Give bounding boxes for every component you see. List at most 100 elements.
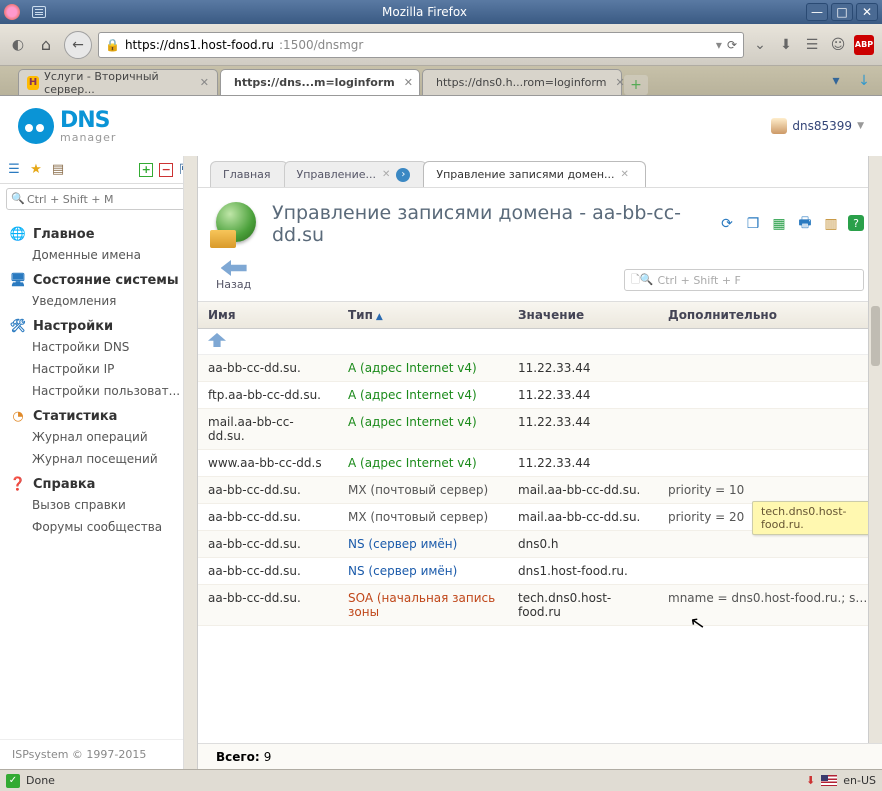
close-window-button[interactable]: ✕ [856, 3, 878, 21]
breadcrumb-close-icon[interactable]: ✕ [621, 169, 629, 180]
sidebar-item[interactable]: Настройки пользоват... [0, 380, 197, 402]
dropdown-icon[interactable]: ▾ [716, 38, 722, 52]
sidebar-item[interactable]: Уведомления [0, 290, 197, 312]
sidebar-search-input[interactable] [6, 188, 191, 210]
chevron-down-icon: ▼ [857, 121, 864, 131]
cell-name: ftp.aa-bb-cc-dd.su. [198, 382, 338, 408]
search-icon: 🔍 [11, 192, 25, 205]
browser-tab[interactable]: H Услуги - Вторичный сервер... ✕ [18, 69, 218, 95]
table-row[interactable]: aa-bb-cc-dd.su.NS (сервер имён)dns1.host… [198, 558, 882, 585]
security-shield-icon[interactable]: ✓ [6, 774, 20, 788]
copy-icon[interactable]: ❐ [744, 215, 762, 233]
cell-value: dns1.host-food.ru. [508, 558, 658, 584]
minimize-button[interactable]: — [806, 3, 828, 21]
col-name[interactable]: Имя [198, 302, 338, 328]
table-row[interactable]: ftp.aa-bb-cc-dd.su.A (адрес Internet v4)… [198, 382, 882, 409]
sidebar-item[interactable]: Настройки DNS [0, 336, 197, 358]
list-icon[interactable]: ☰ [6, 162, 22, 178]
col-value[interactable]: Значение [508, 302, 658, 328]
breadcrumb[interactable]: Главная [210, 161, 288, 187]
back-label: Назад [216, 278, 251, 291]
table-row[interactable]: aa-bb-cc-dd.su.SOA (начальная запись зон… [198, 585, 882, 626]
print-icon[interactable]: 🖶 [796, 215, 814, 233]
cell-type: A (адрес Internet v4) [338, 409, 508, 449]
table-row[interactable]: aa-bb-cc-dd.su.NS (сервер имён)dns0.h [198, 531, 882, 558]
breadcrumb-close-icon[interactable]: ✕ [382, 169, 390, 180]
table-row[interactable]: aa-bb-cc-dd.su.A (адрес Internet v4)11.2… [198, 355, 882, 382]
app-menu-icon[interactable] [32, 6, 46, 18]
sidebar-item[interactable]: Доменные имена [0, 244, 197, 266]
tab-close-icon[interactable]: ✕ [404, 76, 413, 89]
sidebar-group[interactable]: ❓Справка [0, 470, 197, 494]
star-icon[interactable]: ★ [28, 162, 44, 178]
avatar-icon [771, 118, 787, 134]
cell-name: www.aa-bb-cc-dd.s [198, 450, 338, 476]
url-bar[interactable]: 🔒 https://dns1.host-food.ru:1500/dnsmgr … [98, 32, 744, 58]
breadcrumb-next-icon[interactable]: › [396, 168, 410, 182]
sidebar-item[interactable]: Журнал посещений [0, 448, 197, 470]
sidebar-group[interactable]: ◔ Статистика [0, 402, 197, 426]
new-tab-button[interactable]: + [624, 75, 648, 95]
downloads-icon[interactable]: ⬇ [776, 35, 796, 55]
reload-icon[interactable]: ⟳ [727, 38, 737, 52]
home-button[interactable]: ⌂ [34, 33, 58, 57]
cell-extra [658, 450, 882, 476]
refresh-icon[interactable]: ⟳ [718, 215, 736, 233]
sync-icon[interactable]: ↓ [854, 71, 874, 91]
download-status-icon[interactable]: ⬇ [806, 774, 815, 787]
sidebar-item[interactable]: Вызов справки [0, 494, 197, 516]
cell-name: aa-bb-cc-dd.su. [198, 355, 338, 381]
sidebar-item[interactable]: Форумы сообщества [0, 516, 197, 538]
col-extra[interactable]: Дополнительно [658, 302, 882, 328]
table-row[interactable]: mail.aa-bb-cc-dd.su.A (адрес Internet v4… [198, 409, 882, 450]
pocket-icon[interactable]: ⌄ [750, 35, 770, 55]
cell-extra [658, 355, 882, 381]
expand-icon[interactable]: + [139, 163, 153, 177]
cell-name: aa-bb-cc-dd.su. [198, 558, 338, 584]
export-icon[interactable]: ▦ [770, 215, 788, 233]
breadcrumb[interactable]: Управление...✕› [284, 161, 428, 187]
addon-icon[interactable]: ☰ [802, 35, 822, 55]
adblock-icon[interactable]: ABP [854, 35, 874, 55]
chart-icon: ◔ [10, 408, 26, 424]
sidebar-group-label: Статистика [33, 409, 117, 424]
cell-type: SOA (начальная запись зоны [338, 585, 508, 625]
sidebar-item[interactable]: Журнал операций [0, 426, 197, 448]
monitor-icon: 🖥 [10, 272, 26, 288]
help-icon[interactable]: ? [848, 215, 864, 231]
tab-close-icon[interactable]: ✕ [200, 76, 209, 89]
list-tabs-icon[interactable]: ▾ [826, 71, 846, 91]
cell-extra [658, 409, 882, 449]
sidebar-toolbar: ☰ ★ ▤ + − ⇱ [0, 156, 197, 184]
filter-input[interactable]: 🗋🔍 Ctrl + Shift + F [624, 269, 864, 291]
tab-label: https://dns...m=loginform [234, 76, 395, 89]
firefox-menu-icon[interactable]: ◐ [8, 35, 28, 55]
table-row[interactable]: www.aa-bb-cc-dd.sA (адрес Internet v4)11… [198, 450, 882, 477]
collapse-icon[interactable]: − [159, 163, 173, 177]
sidebar-item[interactable]: Настройки IP [0, 358, 197, 380]
browser-tab[interactable]: https://dns0.h...rom=loginform ✕ [422, 69, 622, 95]
main-scrollbar[interactable] [868, 156, 882, 743]
back-arrow-icon [221, 260, 247, 276]
breadcrumb-label: Главная [223, 168, 271, 181]
tooltip: tech.dns0.host-food.ru. [752, 501, 882, 535]
sidebar-scrollbar[interactable] [183, 156, 197, 769]
sidebar-group[interactable]: 🌐Главное [0, 220, 197, 244]
face-icon[interactable]: ☺ [828, 35, 848, 55]
breadcrumb[interactable]: Управление записями домен...✕ [423, 161, 646, 187]
back-button[interactable]: Назад [216, 260, 251, 291]
settings-icon[interactable]: ▥ [822, 215, 840, 233]
sidebar-group[interactable]: 🛠Настройки [0, 312, 197, 336]
up-row[interactable] [198, 329, 882, 355]
sidebar-group[interactable]: 🖥 Состояние системы [0, 266, 197, 290]
sidebar-group-label: Состояние системы [33, 273, 179, 288]
user-menu[interactable]: dns85399 ▼ [771, 118, 864, 134]
back-button[interactable]: ← [64, 31, 92, 59]
browser-tab[interactable]: https://dns...m=loginform ✕ [220, 69, 420, 95]
url-path: :1500/dnsmgr [279, 38, 363, 52]
table-row[interactable]: aa-bb-cc-dd.su.MX (почтовый сервер)mail.… [198, 477, 882, 504]
tab-label: https://dns0.h...rom=loginform [436, 76, 606, 89]
clipboard-icon[interactable]: ▤ [50, 162, 66, 178]
maximize-button[interactable]: □ [831, 3, 853, 21]
col-type[interactable]: Тип▲ [338, 302, 508, 328]
